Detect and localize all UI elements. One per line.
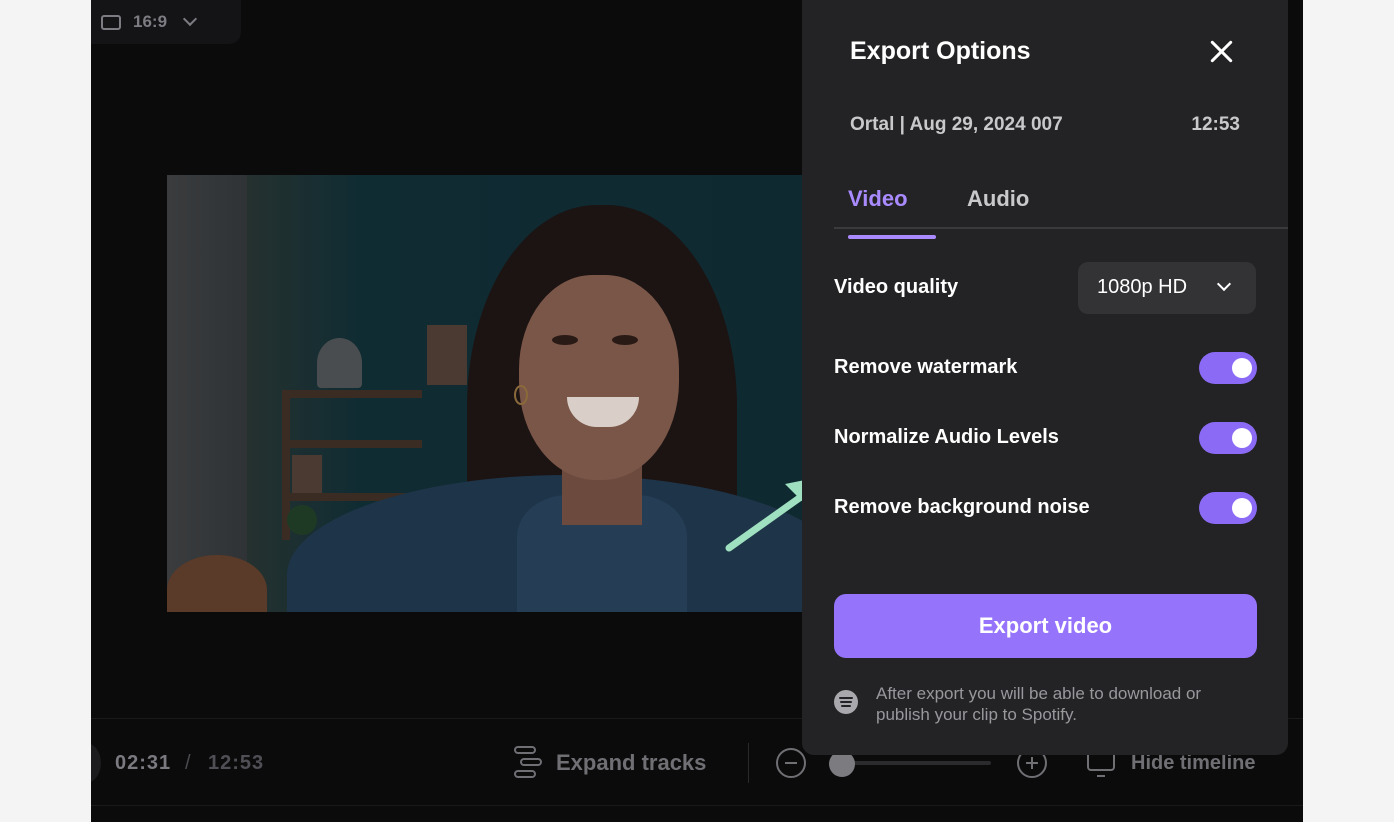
- normalize-audio-label: Normalize Audio Levels: [834, 426, 1059, 448]
- export-video-button[interactable]: Export video: [834, 594, 1257, 658]
- video-quality-select[interactable]: 1080p HD: [1078, 262, 1256, 314]
- tab-audio-label: Audio: [967, 186, 1030, 211]
- expand-tracks-icon[interactable]: [514, 746, 544, 778]
- time-separator: /: [185, 752, 191, 774]
- shelf: [282, 440, 422, 448]
- eye: [612, 335, 638, 345]
- zoom-out-icon[interactable]: [776, 748, 806, 778]
- spotify-icon: [834, 690, 858, 714]
- remove-noise-label: Remove background noise: [834, 496, 1090, 518]
- export-options-panel: Export Options Ortal | Aug 29, 2024 007 …: [802, 0, 1288, 755]
- remove-noise-toggle[interactable]: [1199, 492, 1257, 524]
- eye: [552, 335, 578, 345]
- lamp: [317, 338, 362, 388]
- active-tab-indicator: [848, 235, 936, 239]
- project-name: Ortal | Aug 29, 2024 007: [850, 114, 1063, 135]
- panel-title: Export Options: [850, 37, 1031, 65]
- tab-video-label: Video: [848, 186, 908, 211]
- hide-timeline-button[interactable]: Hide timeline: [1131, 752, 1255, 775]
- video-quality-label: Video quality: [834, 276, 959, 298]
- chair: [167, 555, 267, 612]
- face: [519, 275, 679, 480]
- export-note: After export you will be able to downloa…: [876, 684, 1202, 724]
- plant: [287, 505, 317, 535]
- tab-audio[interactable]: Audio: [967, 186, 1029, 212]
- chevron-down-icon: [1216, 276, 1232, 292]
- aspect-ratio-selector[interactable]: 16:9: [91, 0, 241, 44]
- books: [292, 455, 322, 493]
- zoom-slider-track[interactable]: [833, 761, 991, 765]
- divider: [748, 743, 749, 783]
- chevron-down-icon: [182, 11, 198, 27]
- export-tabs: Video Audio: [834, 172, 1288, 239]
- total-time: 12:53: [208, 752, 265, 774]
- remove-watermark-toggle[interactable]: [1199, 352, 1257, 384]
- close-icon[interactable]: [1206, 36, 1236, 66]
- current-time: 02:31: [115, 752, 172, 774]
- project-duration: 12:53: [1191, 114, 1240, 135]
- video-quality-value: 1080p HD: [1097, 276, 1188, 298]
- window-curtain: [167, 175, 247, 612]
- toggle-knob: [1232, 358, 1252, 378]
- expand-tracks-button[interactable]: Expand tracks: [556, 750, 706, 776]
- aspect-ratio-label: 16:9: [133, 12, 168, 31]
- aspect-ratio-icon: [101, 14, 121, 30]
- toggle-knob: [1232, 498, 1252, 518]
- earring: [514, 385, 528, 405]
- tab-video[interactable]: Video: [848, 186, 936, 239]
- toggle-knob: [1232, 428, 1252, 448]
- wooden-box: [427, 325, 467, 385]
- video-preview[interactable]: [167, 175, 807, 612]
- normalize-audio-toggle[interactable]: [1199, 422, 1257, 454]
- play-button[interactable]: [91, 743, 101, 783]
- remove-watermark-label: Remove watermark: [834, 356, 1018, 378]
- shelf: [282, 390, 422, 398]
